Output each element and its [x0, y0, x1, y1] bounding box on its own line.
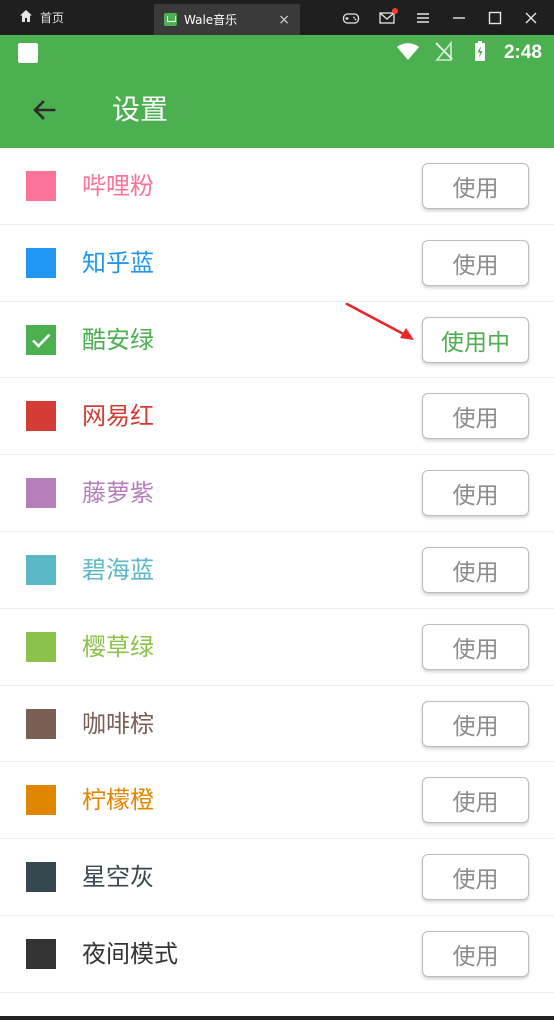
- color-swatch: [26, 631, 56, 662]
- theme-name: 藤萝紫: [82, 479, 154, 508]
- app-tab-title: Wale音乐: [184, 13, 238, 27]
- close-window-icon[interactable]: [522, 9, 540, 27]
- theme-name: 酷安绿: [82, 325, 154, 354]
- mail-icon[interactable]: [378, 7, 398, 27]
- color-swatch: [26, 554, 56, 585]
- wifi-icon: [396, 39, 420, 67]
- theme-row: 柠檬橙 使用: [0, 762, 554, 840]
- emulator-window-controls: [342, 0, 540, 35]
- theme-row: 知乎蓝 使用: [0, 225, 554, 302]
- use-theme-button[interactable]: 使用: [422, 700, 529, 747]
- color-swatch: [26, 401, 56, 432]
- theme-name: 哔哩粉: [82, 172, 154, 200]
- back-button[interactable]: [24, 93, 64, 127]
- theme-name: 樱草绿: [82, 632, 154, 661]
- emulator-app-tab[interactable]: Wale音乐 ×: [154, 4, 300, 35]
- minimize-icon[interactable]: [450, 9, 468, 27]
- home-icon: [18, 8, 34, 27]
- theme-row: 藤萝紫 使用: [0, 455, 554, 532]
- theme-row: 星空灰 使用: [0, 839, 554, 916]
- theme-name: 知乎蓝: [82, 248, 154, 277]
- theme-list: 哔哩粉 使用 知乎蓝 使用 酷安绿 使用中 网易红 使用 藤萝紫 使用 碧海蓝 …: [0, 148, 554, 993]
- theme-name: 夜间模式: [82, 939, 178, 968]
- menu-icon[interactable]: [414, 9, 432, 27]
- use-theme-button[interactable]: 使用: [422, 854, 529, 901]
- maximize-icon[interactable]: [486, 9, 504, 27]
- battery-charging-icon: [468, 39, 492, 67]
- color-swatch: [26, 785, 56, 816]
- android-status-bar: 2:48: [0, 35, 554, 71]
- theme-row: 哔哩粉 使用: [0, 148, 554, 225]
- use-theme-button[interactable]: 使用: [422, 470, 529, 517]
- theme-row: 樱草绿 使用: [0, 609, 554, 686]
- app-toolbar: 设置: [0, 71, 554, 148]
- color-swatch: [26, 171, 56, 201]
- emulator-title-bar: 首页 Wale音乐 ×: [0, 0, 554, 35]
- emulator-home-tab[interactable]: 首页: [18, 0, 64, 35]
- arrow-left-icon: [33, 100, 56, 120]
- app-icon: [164, 13, 177, 26]
- theme-row: 碧海蓝 使用: [0, 532, 554, 609]
- color-swatch: [26, 478, 56, 509]
- use-theme-button[interactable]: 使用: [422, 623, 529, 670]
- in-use-button[interactable]: 使用中: [422, 316, 529, 363]
- use-theme-button[interactable]: 使用: [422, 777, 529, 824]
- theme-row: 咖啡棕 使用: [0, 686, 554, 763]
- theme-name: 碧海蓝: [82, 555, 154, 584]
- theme-row: 网易红 使用: [0, 378, 554, 456]
- color-swatch: [26, 862, 56, 893]
- app-notification-icon: [18, 43, 38, 63]
- use-theme-button[interactable]: 使用: [422, 239, 529, 286]
- color-swatch: [26, 708, 56, 739]
- home-tab-label: 首页: [40, 11, 65, 25]
- theme-name: 咖啡棕: [82, 709, 154, 738]
- gamepad-icon[interactable]: [342, 9, 360, 27]
- use-theme-button[interactable]: 使用: [422, 393, 529, 440]
- use-theme-button[interactable]: 使用: [422, 546, 529, 593]
- status-time: 2:48: [503, 42, 542, 63]
- notification-dot: [392, 7, 398, 14]
- close-tab-icon[interactable]: ×: [278, 12, 290, 28]
- use-theme-button[interactable]: 使用: [422, 930, 529, 977]
- page-title: 设置: [112, 93, 169, 126]
- no-signal-icon: [432, 39, 456, 67]
- color-swatch: [26, 938, 56, 969]
- color-swatch: [26, 247, 56, 278]
- status-icons: 2:48: [396, 35, 542, 71]
- bottom-edge: [0, 1016, 554, 1020]
- theme-row: 酷安绿 使用中: [0, 302, 554, 379]
- theme-name: 星空灰: [82, 863, 154, 892]
- theme-name: 网易红: [82, 402, 154, 431]
- theme-row: 夜间模式 使用: [0, 916, 554, 993]
- checkmark-icon: [32, 333, 51, 348]
- use-theme-button[interactable]: 使用: [422, 163, 529, 209]
- theme-name: 柠檬橙: [82, 786, 154, 815]
- color-swatch-selected: [26, 324, 56, 355]
